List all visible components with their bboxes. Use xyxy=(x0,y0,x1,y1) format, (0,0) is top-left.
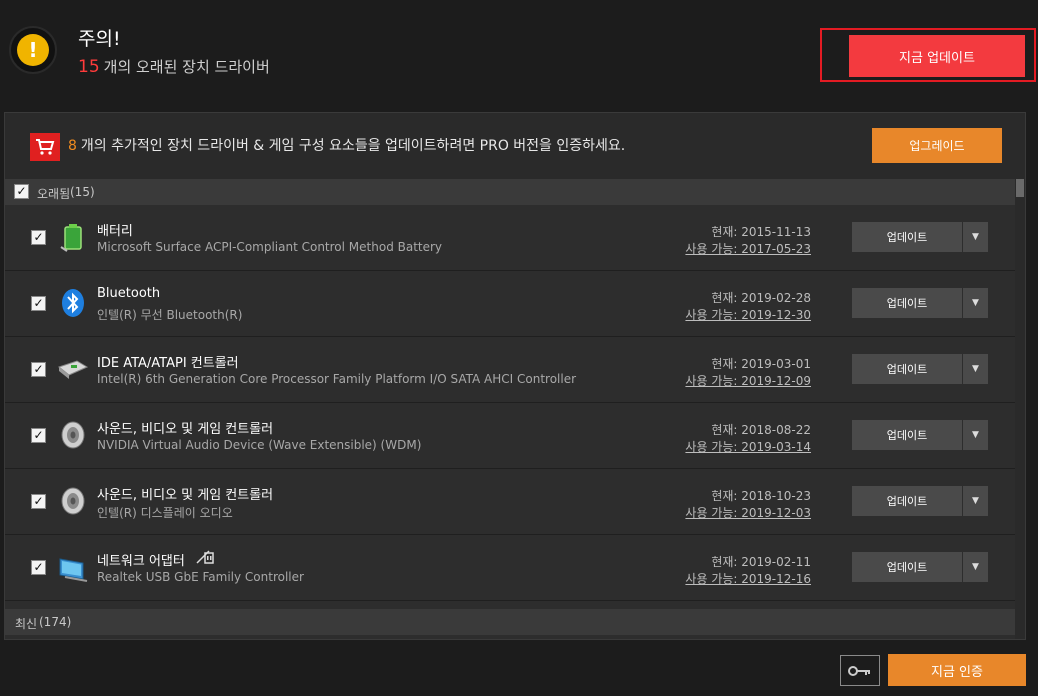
row-update-button[interactable]: 업데이트 xyxy=(852,288,962,318)
available-version-link[interactable]: 사용 가능: 2019-12-16 xyxy=(685,570,811,587)
header: ! 주의! 15 개의 오래된 장치 드라이버 지금 업데이트 xyxy=(0,0,1038,110)
group-count: (174) xyxy=(39,615,72,629)
row-update-button[interactable]: 업데이트 xyxy=(852,486,962,516)
available-version-link[interactable]: 사용 가능: 2019-12-09 xyxy=(685,372,811,389)
page-title: 주의! xyxy=(78,28,121,50)
row-update-button[interactable]: 업데이트 xyxy=(852,552,962,582)
chevron-down-icon[interactable]: ▼ xyxy=(963,552,988,582)
device-description: Intel(R) 6th Generation Core Processor F… xyxy=(97,372,577,386)
upgrade-button[interactable]: 업그레이드 xyxy=(872,128,1002,163)
device-description: 인텔(R) 디스플레이 오디오 xyxy=(97,506,233,520)
outdated-summary: 15 개의 오래된 장치 드라이버 xyxy=(78,56,270,77)
row-checkbox[interactable]: ✓ xyxy=(31,494,46,509)
current-version: 현재: 2018-10-23 xyxy=(711,489,811,503)
device-description: Microsoft Surface ACPI-Compliant Control… xyxy=(97,240,443,254)
group-header-current[interactable]: 최신 (174) xyxy=(5,609,1015,635)
list-item: ✓ 사운드, 비디오 및 게임 컨트롤러 인텔(R) 디스플레이 오디오 현재:… xyxy=(5,469,1015,535)
driver-panel: 8 개의 추가적인 장치 드라이버 & 게임 구성 요소들을 업데이트하려면 PR… xyxy=(4,112,1026,640)
list-item: ✓ IDE ATA/ATAPI 컨트롤러 Intel(R) 6th Genera… xyxy=(5,337,1015,403)
row-update-button[interactable]: 업데이트 xyxy=(852,420,962,450)
available-version-link[interactable]: 사용 가능: 2019-12-03 xyxy=(685,504,811,521)
chevron-down-icon[interactable]: ▼ xyxy=(963,420,988,450)
row-checkbox[interactable]: ✓ xyxy=(31,362,46,377)
available-version-link[interactable]: 사용 가능: 2019-12-30 xyxy=(685,306,811,323)
chevron-down-icon[interactable]: ▼ xyxy=(963,486,988,516)
bluetooth-icon xyxy=(57,287,89,319)
row-spacer xyxy=(5,601,1015,609)
device-description: NVIDIA Virtual Audio Device (Wave Extens… xyxy=(97,438,422,452)
current-version: 현재: 2015-11-13 xyxy=(711,225,811,239)
key-icon xyxy=(848,665,870,676)
row-checkbox[interactable]: ✓ xyxy=(31,230,46,245)
outdated-text: 개의 오래된 장치 드라이버 xyxy=(103,58,270,76)
list-item: ✓ Bluetooth 인텔(R) 무선 Bluetooth(R) 현재: 20… xyxy=(5,271,1015,337)
device-description: 인텔(R) 무선 Bluetooth(R) xyxy=(97,308,243,322)
promo-text: 개의 추가적인 장치 드라이버 & 게임 구성 요소들을 업데이트하려면 PRO… xyxy=(80,138,626,154)
current-version: 현재: 2018-08-22 xyxy=(711,423,811,437)
group-header-outdated[interactable]: ✓ 오래됨 (15) xyxy=(5,179,1015,205)
available-version-link[interactable]: 사용 가능: 2017-05-23 xyxy=(685,240,811,257)
activate-button[interactable]: 지금 인증 xyxy=(888,654,1026,686)
row-update-button[interactable]: 업데이트 xyxy=(852,354,962,384)
row-checkbox[interactable]: ✓ xyxy=(31,560,46,575)
group-label: 최신 xyxy=(15,617,38,631)
promo-message: 8 개의 추가적인 장치 드라이버 & 게임 구성 요소들을 업데이트하려면 PR… xyxy=(68,135,625,155)
battery-icon xyxy=(57,221,89,253)
device-description: Realtek USB GbE Family Controller xyxy=(97,570,304,584)
list-scrollbar[interactable] xyxy=(1015,179,1025,639)
outdated-count: 15 xyxy=(78,57,100,77)
available-version-link[interactable]: 사용 가능: 2019-03-14 xyxy=(685,438,811,455)
list-item: ✓ 사운드, 비디오 및 게임 컨트롤러 NVIDIA Virtual Audi… xyxy=(5,403,1015,469)
network-disconnected-icon xyxy=(195,549,219,569)
device-name: 네트워크 어댑터 xyxy=(97,554,185,569)
device-name: 사운드, 비디오 및 게임 컨트롤러 xyxy=(97,488,274,503)
row-update-button[interactable]: 업데이트 xyxy=(852,222,962,252)
speaker-icon xyxy=(57,485,89,517)
update-all-button[interactable]: 지금 업데이트 xyxy=(849,35,1025,77)
row-checkbox[interactable]: ✓ xyxy=(31,428,46,443)
controller-card-icon xyxy=(57,353,89,385)
group-label: 오래됨 xyxy=(37,187,71,201)
device-name: IDE ATA/ATAPI 컨트롤러 xyxy=(97,356,239,371)
current-version: 현재: 2019-03-01 xyxy=(711,357,811,371)
device-name: 배터리 xyxy=(97,224,133,239)
driver-list: ✓ 오래됨 (15) ✓ 배터리 Microsoft Surface ACPI-… xyxy=(5,179,1015,639)
scrollbar-thumb[interactable] xyxy=(1016,179,1024,197)
list-item: ✓ 네트워크 어댑터 Realtek USB GbE Family Contro… xyxy=(5,535,1015,601)
current-version: 현재: 2019-02-11 xyxy=(711,555,811,569)
promo-count: 8 xyxy=(68,138,77,154)
select-all-checkbox[interactable]: ✓ xyxy=(14,184,29,199)
list-item: ✓ 배터리 Microsoft Surface ACPI-Compliant C… xyxy=(5,205,1015,271)
group-count: (15) xyxy=(70,185,95,199)
license-key-button[interactable] xyxy=(840,655,880,686)
update-all-highlight: 지금 업데이트 xyxy=(820,28,1036,82)
chevron-down-icon[interactable]: ▼ xyxy=(963,222,988,252)
pro-promo-bar: 8 개의 추가적인 장치 드라이버 & 게임 구성 요소들을 업데이트하려면 PR… xyxy=(5,113,1025,179)
chevron-down-icon[interactable]: ▼ xyxy=(963,354,988,384)
shopping-cart-icon xyxy=(30,133,60,161)
speaker-icon xyxy=(57,419,89,451)
device-name: 사운드, 비디오 및 게임 컨트롤러 xyxy=(97,422,274,437)
current-version: 현재: 2019-02-28 xyxy=(711,291,811,305)
network-adapter-icon xyxy=(57,551,89,583)
warning-icon: ! xyxy=(9,26,57,74)
chevron-down-icon[interactable]: ▼ xyxy=(963,288,988,318)
row-checkbox[interactable]: ✓ xyxy=(31,296,46,311)
device-name: Bluetooth xyxy=(97,286,161,301)
